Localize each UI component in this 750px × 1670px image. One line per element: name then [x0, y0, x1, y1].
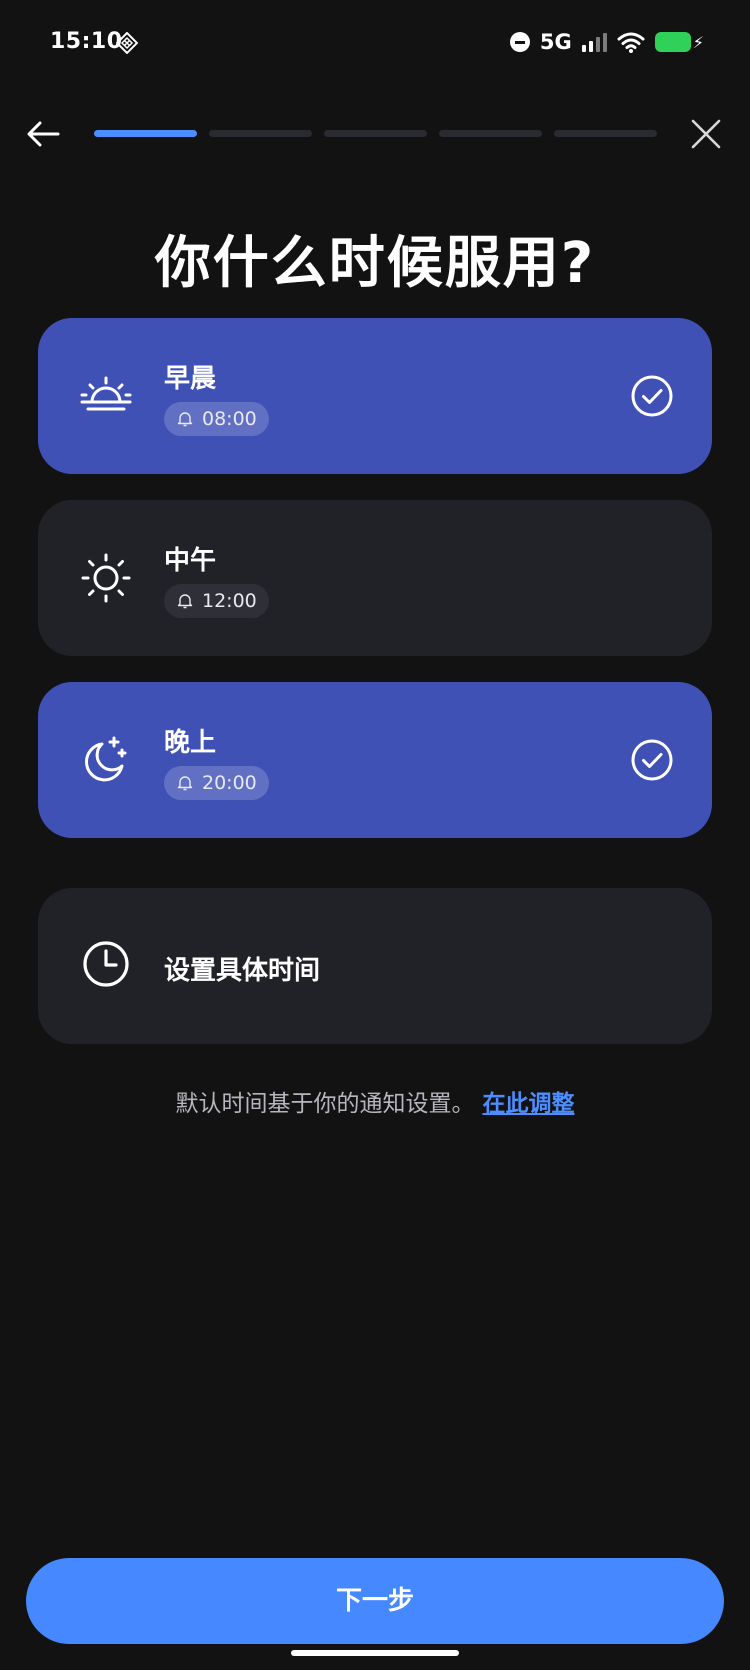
- home-indicator: [291, 1650, 459, 1656]
- sun-icon: [81, 553, 131, 603]
- bell-icon: [177, 412, 193, 427]
- bell-icon: [177, 594, 193, 609]
- status-bar: 15:10 5G ⚡: [0, 26, 750, 62]
- network-type: 5G: [539, 30, 572, 54]
- option-custom-time[interactable]: 设置具体时间: [38, 888, 712, 1044]
- page-title: 你什么时候服用?: [154, 231, 596, 296]
- progress-segment: [554, 130, 657, 137]
- default-time-note: 默认时间基于你的通知设置。 在此调整: [0, 1084, 750, 1118]
- sunrise-icon: [80, 376, 132, 411]
- time-chip[interactable]: 20:00: [164, 766, 269, 800]
- option-morning[interactable]: 早晨 08:00: [38, 318, 712, 474]
- adjust-link[interactable]: 在此调整: [483, 1091, 575, 1117]
- check-circle-icon: [631, 375, 673, 417]
- battery-charging-icon: [654, 32, 691, 52]
- option-label: 中午: [164, 546, 217, 576]
- progress-segment-current: [94, 130, 197, 137]
- do-not-disturb-icon: [509, 32, 530, 52]
- moon-stars-icon: [85, 736, 127, 782]
- time-value: 12:00: [202, 590, 257, 612]
- screen: 15:10 5G ⚡ 你什么时候服用? 早晨 08:00 中午 12:00 晚上…: [0, 0, 750, 1670]
- status-icons: 5G ⚡: [509, 30, 704, 54]
- close-icon: [691, 119, 721, 149]
- time-value: 20:00: [202, 772, 257, 794]
- step-progress: [94, 130, 657, 137]
- wifi-icon: [617, 32, 645, 53]
- diamond-grid-icon: [116, 32, 138, 54]
- signal-icon: [581, 32, 607, 52]
- time-chip[interactable]: 08:00: [164, 402, 269, 436]
- progress-segment: [324, 130, 427, 137]
- option-noon[interactable]: 中午 12:00: [38, 500, 712, 656]
- time-chip[interactable]: 12:00: [164, 584, 269, 618]
- progress-segment: [209, 130, 312, 137]
- back-button[interactable]: [24, 114, 64, 154]
- bolt-icon: ⚡: [692, 32, 704, 52]
- time-value: 08:00: [202, 408, 257, 430]
- option-label: 早晨: [164, 364, 217, 394]
- progress-segment: [439, 130, 542, 137]
- clock-icon: [83, 941, 129, 987]
- close-button[interactable]: [688, 116, 724, 152]
- note-text: 默认时间基于你的通知设置。: [175, 1091, 475, 1117]
- bell-icon: [177, 776, 193, 791]
- option-label: 设置具体时间: [164, 956, 321, 986]
- arrow-left-icon: [27, 121, 60, 147]
- option-evening[interactable]: 晚上 20:00: [38, 682, 712, 838]
- status-time: 15:10: [50, 29, 123, 54]
- option-label: 晚上: [164, 728, 217, 758]
- check-circle-icon: [631, 739, 673, 781]
- next-button[interactable]: 下一步: [26, 1558, 724, 1644]
